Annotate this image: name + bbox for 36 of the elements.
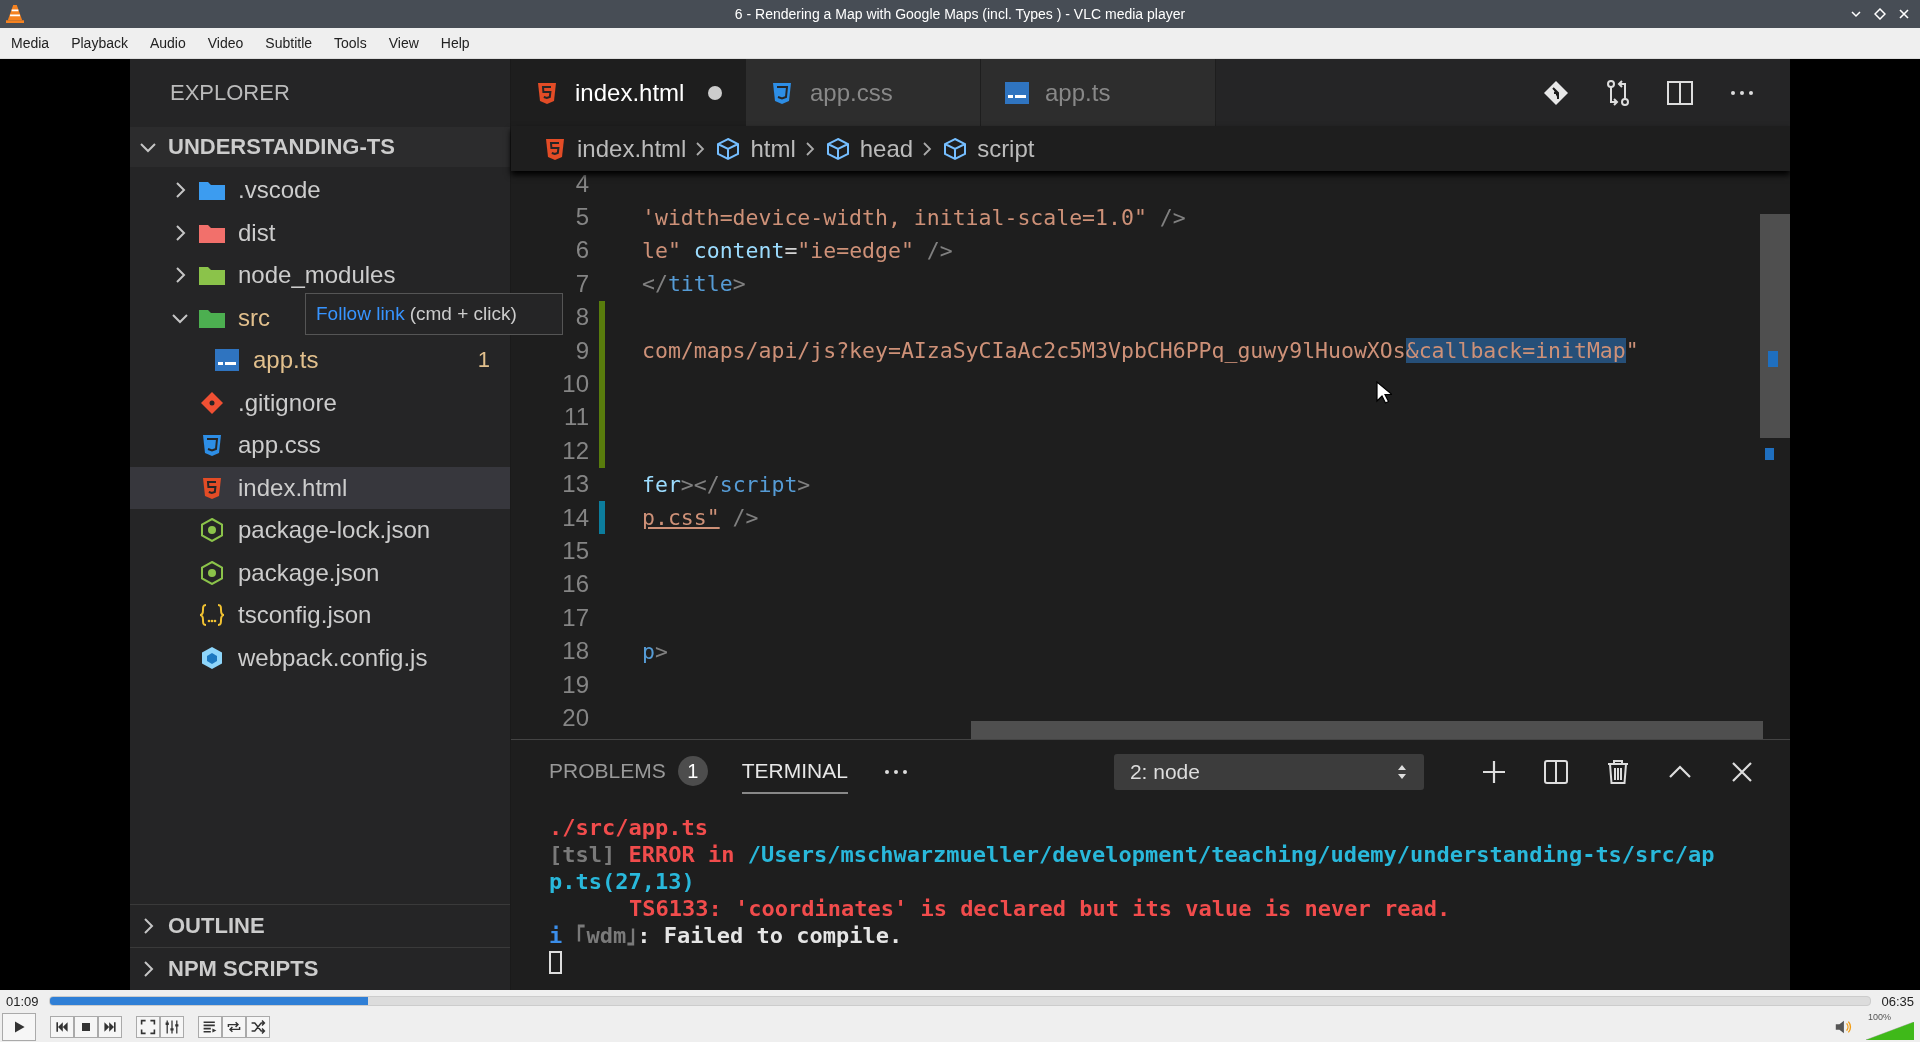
line-number: 15: [561, 537, 589, 565]
code-line: </title>: [642, 271, 746, 297]
line-number: 14: [561, 503, 589, 532]
code-line: p>: [642, 638, 668, 664]
line-number: 7: [574, 269, 589, 298]
elapsed-time: 01:09: [6, 993, 39, 1009]
terminal-line: TS6133: 'coordinates' is declared but its value is never read.: [628, 895, 1452, 922]
terminal-line: i ｢wdm｣: Failed to compile.: [549, 922, 904, 949]
line-number: 11: [563, 403, 589, 432]
volume-reading: 100%: [1868, 1012, 1892, 1022]
line-number: 12: [561, 436, 589, 465]
terminal-line: ./src/app.ts: [549, 814, 709, 841]
total-time: 06:35: [1881, 993, 1914, 1009]
line-number: 16: [561, 570, 589, 599]
code-line: fer></script>: [642, 471, 811, 497]
line-number: 17: [561, 603, 589, 632]
code-line: p.css" />: [642, 505, 759, 531]
terminal-line: p.ts(27,13): [549, 868, 696, 895]
line-number: 4: [574, 171, 589, 198]
window-title: 6 - Rendering a Map with Google Maps (incl. Types ) - VLC media player: [734, 6, 1186, 22]
problem-count: 1: [477, 347, 490, 374]
terminal-line: [tsl] ERROR in /Users/mschwarzmueller/development/teaching/udemy/understanding-ts/src/ap: [549, 841, 1716, 868]
panel-title: EXPLORER: [169, 79, 291, 107]
line-number: 5: [574, 203, 589, 232]
line-number: 13: [561, 470, 589, 499]
line-number: 20: [561, 703, 589, 732]
line-number: 18: [561, 637, 589, 666]
code-line: le" content="ie=edge" />: [642, 237, 953, 263]
line-number: 10: [561, 370, 589, 399]
line-number: 6: [574, 236, 589, 265]
line-number: 19: [561, 670, 589, 699]
code-line: 'width=device-width, initial-scale=1.0" />: [642, 204, 1186, 230]
code-line: com/maps/api/js?key=AIzaSyCIaAc2c5M3VpbCH6PPq_guwy9lHuowXOs&callback=initMap": [642, 338, 1639, 364]
line-number: 9: [574, 336, 589, 365]
count-badge: 1: [677, 756, 708, 786]
tooltip-hint: (cmd + click): [409, 303, 517, 325]
